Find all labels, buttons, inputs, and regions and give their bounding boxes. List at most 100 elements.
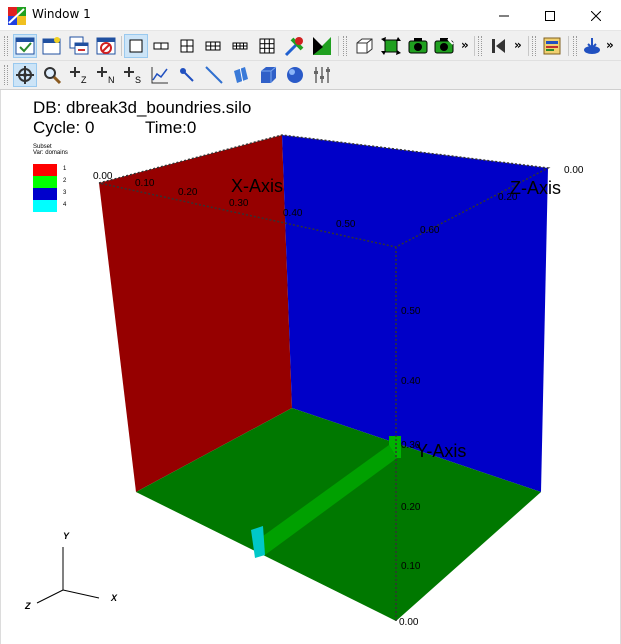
legend-var: Var: domains: [33, 150, 68, 156]
spin-mode-button[interactable]: [379, 34, 403, 58]
curve-lineout-button[interactable]: [148, 63, 172, 87]
layout-1x2-button[interactable]: [149, 34, 173, 58]
legend-item: 1: [33, 164, 69, 176]
save-session-icon: [584, 38, 600, 54]
layout-1x2-icon: [153, 42, 169, 50]
sphere-tool-icon: [287, 67, 303, 83]
save-image-button[interactable]: [432, 34, 456, 58]
x-axis-tick-label: 0.00: [93, 171, 113, 182]
legend-swatch: [33, 188, 57, 200]
toolbar-separator: [528, 36, 529, 56]
3d-scene[interactable]: 0.00 0.10 0.20 0.30 0.40 0.50 0.60 X-Axi…: [1, 90, 620, 644]
box-tool-icon: [261, 66, 277, 83]
interaction-toolbar: Z N S: [0, 61, 621, 90]
active-window-button[interactable]: [13, 34, 37, 58]
y-axis-tick-label: 0.20: [401, 502, 421, 513]
new-window-button[interactable]: [40, 34, 64, 58]
zone-pick-icon: Z: [70, 67, 87, 85]
active-window-icon: [15, 37, 35, 55]
layout-2x2-icon: [180, 39, 194, 53]
legend-swatch: [33, 176, 57, 188]
z-axis-tick-label: 0.00: [564, 165, 584, 176]
window-toolbar: » » »: [0, 31, 621, 61]
close-button[interactable]: [573, 0, 619, 31]
window-title: Window 1: [32, 7, 91, 21]
plane-tool-button[interactable]: [229, 63, 253, 87]
toolbar-separator: [474, 36, 475, 56]
lock-time-icon: [313, 37, 331, 55]
delete-window-button[interactable]: [94, 34, 118, 58]
minimize-icon: [499, 15, 509, 16]
app-logo-icon: [8, 7, 26, 25]
cycle-label: Cycle: 0: [33, 118, 95, 137]
expression-editor-button[interactable]: [540, 34, 564, 58]
lock-time-button[interactable]: [310, 34, 334, 58]
spreadsheet-pick-button[interactable]: S: [121, 63, 145, 87]
layout-2x3-button[interactable]: [201, 34, 225, 58]
legend-item: 3: [33, 188, 69, 200]
new-window-icon: [42, 37, 61, 55]
legend-item: 2: [33, 176, 69, 188]
save-session-button[interactable]: [580, 34, 604, 58]
x-axis-tick-label: 0.40: [283, 208, 303, 219]
line-tool-button[interactable]: [202, 63, 226, 87]
y-axis-tick-label: 0.40: [401, 376, 421, 387]
zoom-mode-icon: [44, 67, 62, 85]
layout-2x2-button[interactable]: [175, 34, 199, 58]
lock-view-icon: [284, 37, 304, 57]
toolbar-overflow-button[interactable]: »: [461, 38, 469, 52]
legend-item: 4: [33, 200, 69, 212]
zone-pick-button[interactable]: Z: [67, 63, 91, 87]
svg-text:N: N: [108, 75, 115, 85]
node-pick-button[interactable]: N: [94, 63, 118, 87]
legend-label: 4: [63, 202, 67, 208]
maximize-button[interactable]: [527, 0, 573, 31]
x-axis-tick-label: 0.10: [135, 178, 155, 189]
navigate-mode-button[interactable]: [13, 63, 37, 87]
toolbar-overflow-button[interactable]: »: [606, 38, 614, 52]
legend-label: 2: [63, 178, 67, 184]
axis-restriction-button[interactable]: [310, 63, 334, 87]
x-axis-tick-label: 0.50: [336, 219, 356, 230]
camera-button[interactable]: [406, 34, 430, 58]
lock-view-button[interactable]: [283, 34, 307, 58]
layout-3x3-button[interactable]: [255, 34, 279, 58]
legend-swatch: [33, 164, 57, 176]
clone-window-button[interactable]: [67, 34, 91, 58]
plane-tool-icon: [234, 66, 248, 84]
y-axis-tick-label: 0.50: [401, 306, 421, 317]
y-axis-tick-label: 0.10: [401, 561, 421, 572]
point-tool-icon: [180, 68, 194, 82]
previous-frame-button[interactable]: [487, 34, 511, 58]
layout-1x1-button[interactable]: [124, 34, 148, 58]
legend-swatch: [33, 200, 57, 212]
bounding-box-button[interactable]: [352, 34, 376, 58]
toolbar-grip[interactable]: [343, 36, 347, 56]
toolbar-grip[interactable]: [532, 36, 536, 56]
camera-icon: [408, 38, 428, 54]
minimize-button[interactable]: [481, 0, 527, 31]
sphere-tool-button[interactable]: [283, 63, 307, 87]
toolbar-grip[interactable]: [478, 36, 482, 56]
close-icon: [591, 10, 601, 21]
clone-window-icon: [69, 36, 89, 55]
navigate-mode-icon: [16, 66, 34, 84]
toolbar-grip[interactable]: [4, 65, 8, 85]
layout-2x4-button[interactable]: [228, 34, 252, 58]
bounding-box-icon: [356, 38, 373, 54]
zoom-mode-button[interactable]: [40, 63, 64, 87]
time-label: Time:0: [145, 118, 197, 137]
save-image-icon: [434, 38, 454, 54]
point-tool-button[interactable]: [175, 63, 199, 87]
toolbar-grip[interactable]: [4, 36, 8, 56]
box-tool-button[interactable]: [256, 63, 280, 87]
visualization-viewport[interactable]: 0.00 0.10 0.20 0.30 0.40 0.50 0.60 X-Axi…: [0, 90, 621, 644]
node-pick-icon: N: [97, 67, 115, 85]
x-axis-tick-label: 0.20: [178, 187, 198, 198]
toolbar-overflow-button[interactable]: »: [514, 38, 522, 52]
toolbar-grip[interactable]: [573, 36, 577, 56]
maximize-icon: [545, 10, 555, 21]
svg-text:S: S: [135, 75, 141, 85]
database-label: DB: dbreak3d_boundries.silo: [33, 98, 252, 117]
layout-1x1-icon: [129, 39, 143, 53]
